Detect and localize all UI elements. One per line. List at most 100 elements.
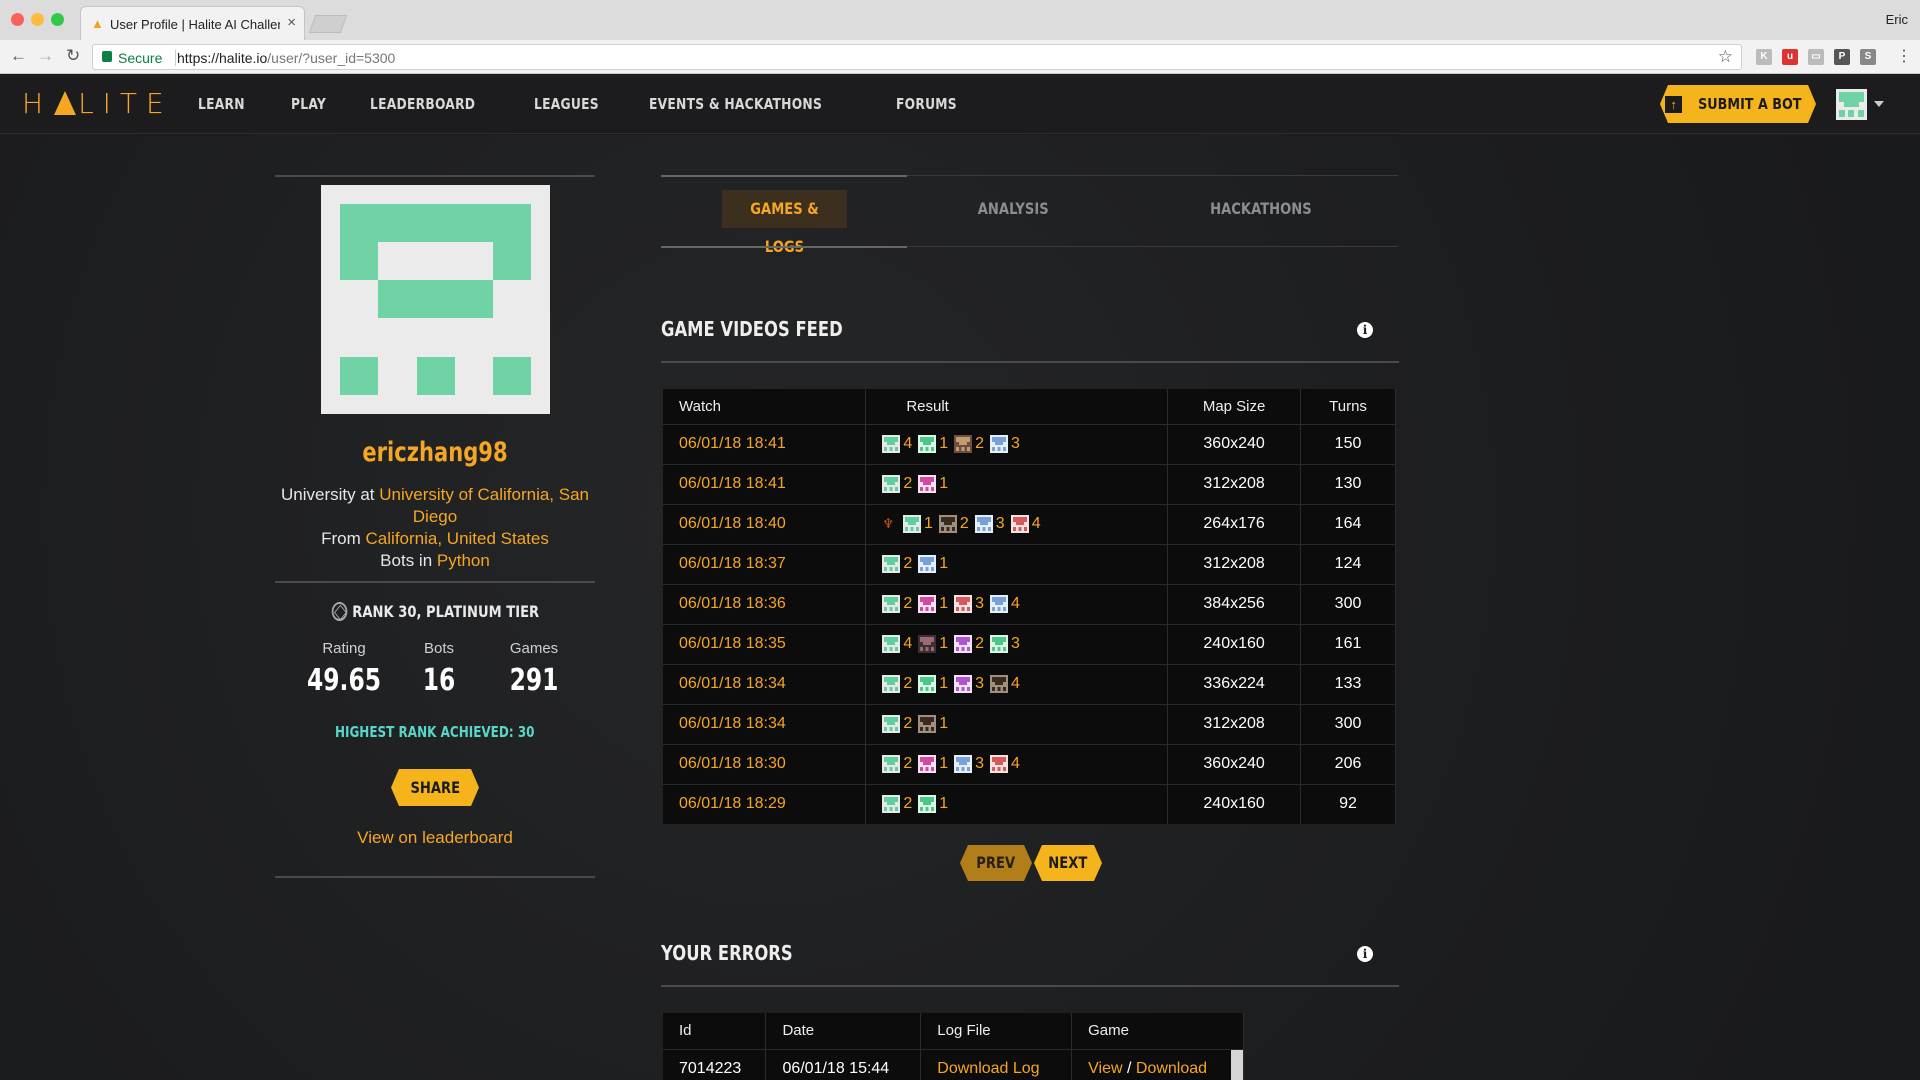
player-avatar-icon[interactable] <box>882 595 901 613</box>
player-avatar-icon[interactable] <box>882 755 901 773</box>
tab-hackathons[interactable]: HACKATHONS <box>1181 190 1341 228</box>
location-link[interactable]: California, United States <box>366 529 549 548</box>
player-avatar-icon[interactable] <box>974 515 993 533</box>
player-avatar-icon[interactable] <box>918 715 937 733</box>
player-rank: 2 <box>903 795 913 813</box>
player-avatar-icon[interactable] <box>882 715 901 733</box>
info-icon[interactable]: i <box>1357 946 1373 962</box>
chevron-down-icon[interactable] <box>1874 101 1884 107</box>
view-on-leaderboard-link[interactable]: View on leaderboard <box>275 828 595 848</box>
errors-title: YOUR ERRORS <box>661 941 822 965</box>
player-avatar-icon[interactable] <box>882 435 901 453</box>
extension-icon[interactable]: K <box>1756 49 1772 65</box>
map-size-cell: 312x208 <box>1167 543 1302 584</box>
player-avatar-icon[interactable] <box>918 555 937 573</box>
extension-icon[interactable]: P <box>1834 49 1850 65</box>
language-link[interactable]: Python <box>437 551 490 570</box>
player-avatar-icon[interactable] <box>882 475 901 493</box>
player-avatar-icon[interactable] <box>918 435 937 453</box>
site-header: H LITE LEARN PLAY LEADERBOARD LEAGUES EVE… <box>0 75 1920 134</box>
watch-game-link[interactable]: 06/01/18 18:30 <box>679 755 786 772</box>
player-avatar-icon[interactable] <box>918 635 937 653</box>
player-avatar-icon[interactable] <box>954 595 973 613</box>
nav-forums[interactable]: FORUMS <box>896 95 957 113</box>
player-avatar-icon[interactable] <box>902 515 921 533</box>
extension-icon[interactable]: ▭ <box>1808 49 1824 65</box>
halite-logo[interactable]: H LITE <box>22 87 173 120</box>
player-avatar-icon[interactable] <box>882 555 901 573</box>
player-avatar-icon[interactable] <box>882 635 901 653</box>
stat-label: Bots <box>423 640 454 657</box>
player-avatar-icon[interactable] <box>990 435 1009 453</box>
error-id: 7014223 <box>663 1048 767 1080</box>
table-row: 7014223 06/01/18 15:44 Download Log View… <box>663 1048 1244 1080</box>
player-avatar-icon[interactable] <box>954 755 973 773</box>
watch-game-link[interactable]: 06/01/18 18:37 <box>679 555 786 572</box>
download-game-link[interactable]: Download <box>1136 1060 1207 1077</box>
watch-game-link[interactable]: 06/01/18 18:35 <box>679 635 786 652</box>
maximize-window-icon[interactable] <box>51 13 64 26</box>
profile-page: ericzhang98 University at University of … <box>0 135 1920 1080</box>
prev-button[interactable]: PREV <box>960 845 1032 881</box>
player-avatar-icon[interactable] <box>918 475 937 493</box>
watch-game-link[interactable]: 06/01/18 18:36 <box>679 595 786 612</box>
new-tab-button[interactable] <box>308 15 348 33</box>
player-avatar-icon[interactable] <box>1010 515 1029 533</box>
watch-game-link[interactable]: 06/01/18 18:41 <box>679 475 786 492</box>
player-avatar-icon[interactable] <box>938 515 957 533</box>
tab-close-icon[interactable]: × <box>287 14 296 31</box>
share-button[interactable]: SHARE <box>391 769 479 806</box>
player-avatar-icon[interactable] <box>990 635 1009 653</box>
user-avatar[interactable] <box>1836 89 1867 120</box>
watch-game-link[interactable]: 06/01/18 18:34 <box>679 715 786 732</box>
errors-scrollbar[interactable] <box>1231 1050 1243 1080</box>
watch-game-link[interactable]: 06/01/18 18:34 <box>679 675 786 692</box>
player-avatar-icon[interactable] <box>990 755 1009 773</box>
next-button[interactable]: NEXT <box>1034 845 1102 881</box>
forward-arrow-icon[interactable]: → <box>37 46 54 66</box>
player-avatar-icon[interactable] <box>990 595 1009 613</box>
close-window-icon[interactable] <box>11 13 24 26</box>
player-avatar-icon[interactable] <box>882 675 901 693</box>
submit-bot-button[interactable]: ↑ SUBMIT A BOT <box>1660 85 1816 123</box>
player-avatar-icon[interactable] <box>918 595 937 613</box>
player-avatar-icon[interactable] <box>882 795 901 814</box>
player-avatar-icon[interactable] <box>954 675 973 693</box>
player-rank: 2 <box>903 595 913 612</box>
nav-play[interactable]: PLAY <box>291 95 326 113</box>
url-input[interactable]: Secure https://halite.io/user/?user_id=5… <box>92 44 1742 70</box>
nav-events-hackathons[interactable]: EVENTS & HACKATHONS <box>649 95 822 113</box>
minimize-window-icon[interactable] <box>31 13 44 26</box>
player-avatar-icon[interactable] <box>954 435 973 453</box>
result-list: 4 1 2 3 <box>882 635 1167 653</box>
reload-icon[interactable]: ↻ <box>66 46 80 66</box>
nav-leagues[interactable]: LEAGUES <box>534 95 599 113</box>
watch-game-link[interactable]: 06/01/18 18:41 <box>679 435 786 452</box>
player-avatar-icon[interactable] <box>990 675 1009 693</box>
view-game-link[interactable]: View <box>1088 1060 1122 1077</box>
tab-analysis[interactable]: ANALYSIS <box>941 190 1086 228</box>
player-avatar-icon[interactable] <box>918 675 937 693</box>
download-log-link[interactable]: Download Log <box>937 1060 1039 1077</box>
university-link[interactable]: University of California, San Diego <box>379 485 589 526</box>
extension-icon[interactable]: u <box>1782 49 1798 65</box>
extension-icon[interactable]: S <box>1860 49 1876 65</box>
browser-tab[interactable]: ▲ User Profile | Halite AI Challenge × <box>80 6 305 40</box>
turns-cell: 150 <box>1300 423 1396 464</box>
back-arrow-icon[interactable]: ← <box>10 46 27 66</box>
watch-game-link[interactable]: 06/01/18 18:29 <box>679 795 786 812</box>
nav-learn[interactable]: LEARN <box>198 95 245 113</box>
browser-profile-name[interactable]: Eric <box>1886 12 1908 27</box>
player-avatar-icon[interactable] <box>918 755 937 773</box>
watch-game-link[interactable]: 06/01/18 18:40 <box>679 515 786 532</box>
stat-bots: Bots 16 <box>389 640 489 698</box>
info-icon[interactable]: i <box>1357 322 1373 338</box>
nav-leaderboard[interactable]: LEADERBOARD <box>370 95 475 113</box>
bookmark-star-icon[interactable]: ☆ <box>1718 47 1733 67</box>
col-result: Result <box>865 389 1169 425</box>
player-avatar-icon[interactable] <box>918 795 937 814</box>
tab-games-logs[interactable]: GAMES & LOGS <box>722 190 847 256</box>
player-avatar-icon[interactable] <box>954 635 973 653</box>
browser-menu-icon[interactable]: ⋮ <box>1896 46 1912 66</box>
table-header-row: Watch Result Map Size Turns <box>663 389 1396 425</box>
